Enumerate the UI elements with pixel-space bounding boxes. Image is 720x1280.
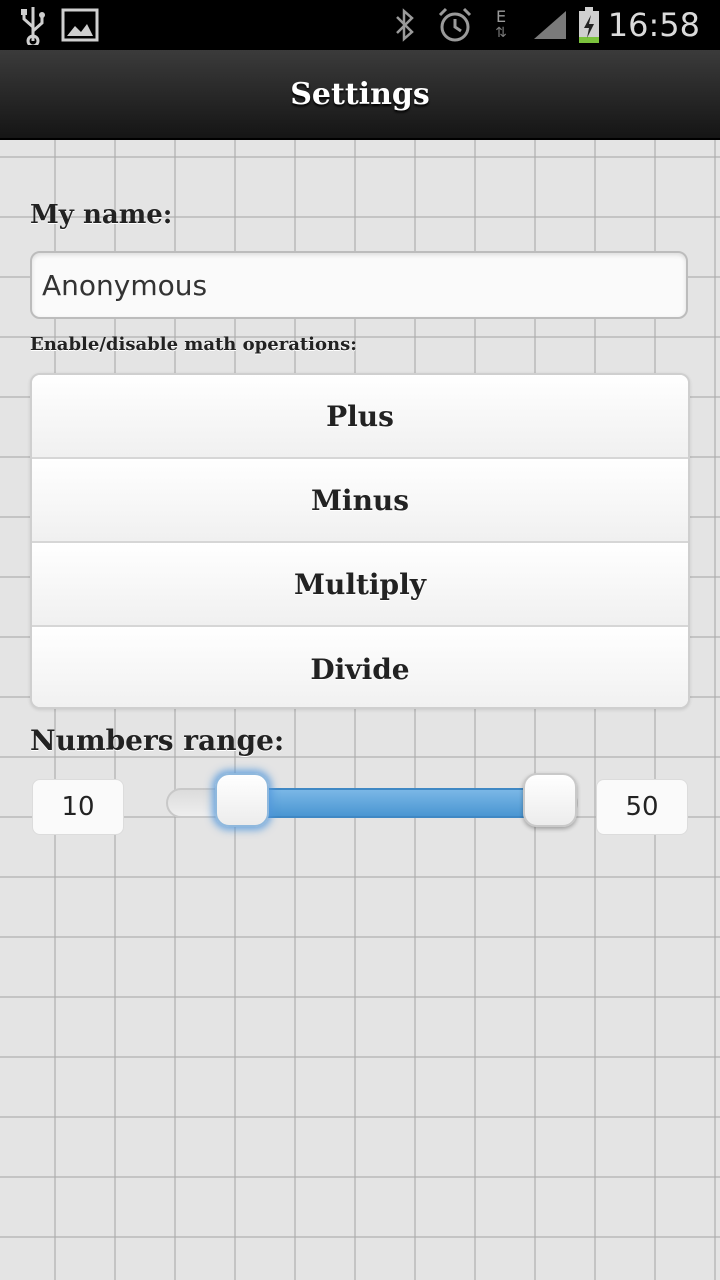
- op-minus-button[interactable]: Minus: [32, 459, 688, 543]
- alarm-icon: [436, 0, 474, 50]
- name-input[interactable]: [30, 251, 688, 319]
- range-min-input[interactable]: 10: [32, 779, 124, 835]
- range-max-handle[interactable]: [523, 773, 577, 827]
- signal-icon: [530, 0, 570, 50]
- battery-charging-icon: [575, 0, 603, 50]
- usb-icon: [18, 0, 48, 50]
- operations-list: Plus Minus Multiply Divide: [30, 373, 690, 709]
- clock: 16:58: [607, 6, 700, 44]
- page-title: Settings: [290, 76, 430, 112]
- image-icon: [60, 0, 100, 50]
- header-bar: Settings: [0, 50, 720, 140]
- name-label: My name:: [30, 200, 173, 230]
- edge-data-icon: E ⇅: [495, 7, 507, 42]
- bluetooth-icon: [392, 0, 418, 50]
- range-min-handle[interactable]: [215, 773, 269, 827]
- op-multiply-button[interactable]: Multiply: [32, 543, 688, 627]
- status-bar: E ⇅ 16:58: [0, 0, 720, 50]
- range-max-input[interactable]: 50: [596, 779, 688, 835]
- range-label: Numbers range:: [30, 724, 285, 757]
- operations-label: Enable/disable math operations:: [30, 334, 357, 355]
- network-type-label: E: [495, 7, 507, 26]
- op-divide-button[interactable]: Divide: [32, 627, 688, 707]
- op-plus-button[interactable]: Plus: [32, 375, 688, 459]
